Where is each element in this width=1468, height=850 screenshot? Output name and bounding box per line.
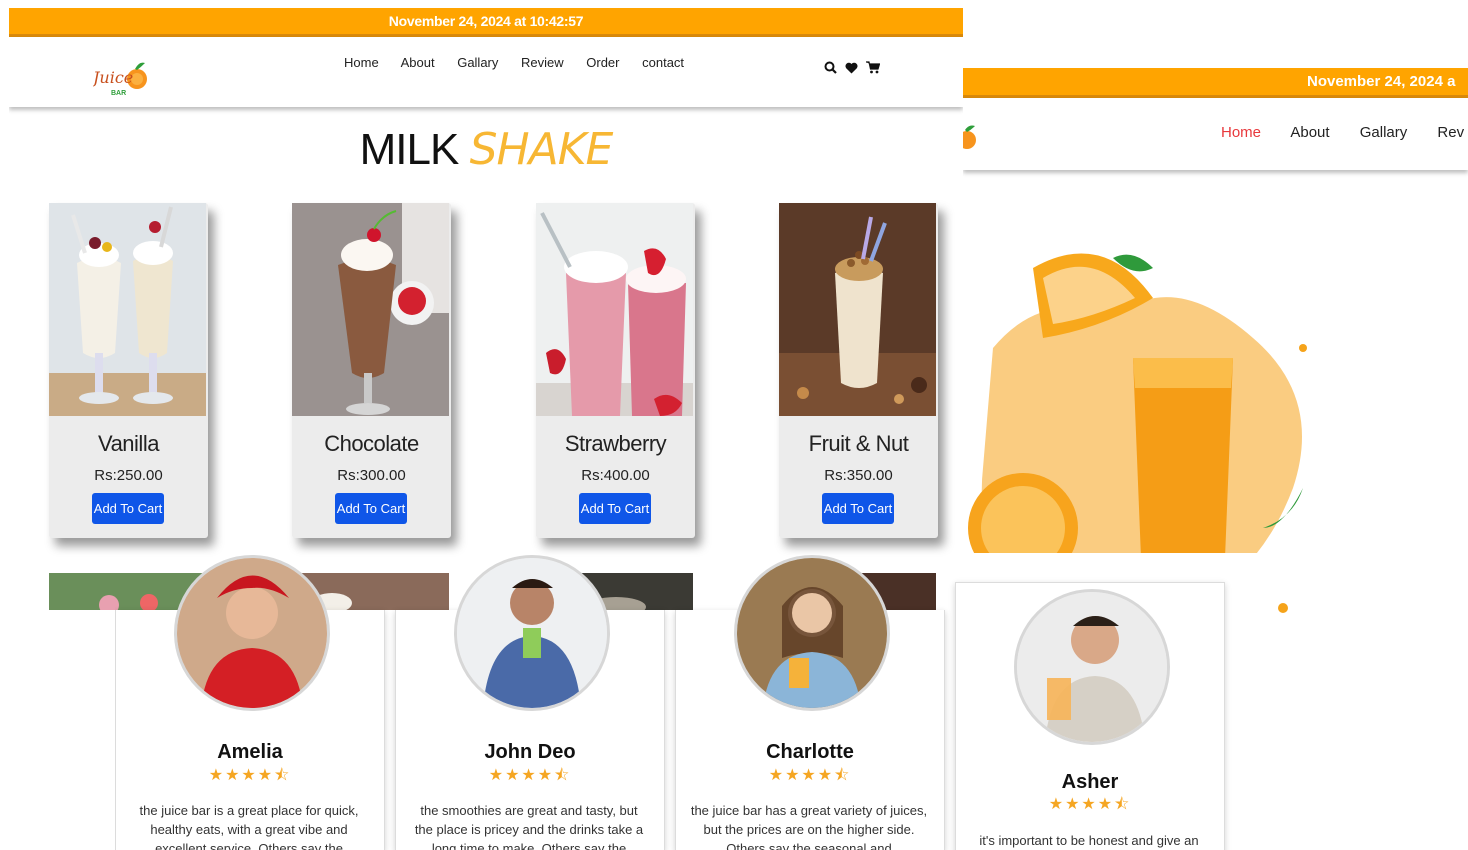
star-rating: ★★★★⯪ <box>488 767 572 784</box>
add-to-cart-button[interactable]: Add To Cart <box>92 493 164 524</box>
product-card-fruit-nut: Fruit & Nut Rs:350.00 Add To Cart <box>779 203 938 538</box>
product-name: Vanilla <box>98 431 159 456</box>
review-card-charlotte: Charlotte ★★★★⯪ the juice bar has a grea… <box>675 555 945 850</box>
reviews-screenshot: Amelia ★★★★⯪ the juice bar is a great pl… <box>115 553 1268 850</box>
nav-home[interactable]: Home <box>344 55 379 70</box>
review-text: the juice bar is a great place for quick… <box>139 803 359 850</box>
title-part1: MILK <box>359 125 460 174</box>
search-icon[interactable] <box>824 61 837 74</box>
review-card-asher: Asher ★★★★⯪ it's important to be honest … <box>955 582 1225 850</box>
nav-order[interactable]: Order <box>586 55 619 70</box>
nav-gallary[interactable]: Gallary <box>1360 124 1408 141</box>
chocolate-milkshake-image <box>292 203 449 416</box>
nav-about[interactable]: About <box>401 55 435 70</box>
nav-icons <box>824 61 880 74</box>
nav-review[interactable]: Review <box>521 55 564 70</box>
nav-home[interactable]: Home <box>1221 124 1261 141</box>
datetime-banner: November 24, 2024 at 10:42:57 <box>9 8 963 37</box>
product-price: Rs:350.00 <box>824 467 893 484</box>
add-to-cart-button[interactable]: Add To Cart <box>579 493 651 524</box>
star-rating: ★★★★⯪ <box>1048 796 1132 813</box>
reviewer-name: Asher <box>1061 771 1119 793</box>
product-card-chocolate: Chocolate Rs:300.00 Add To Cart <box>292 203 451 538</box>
nav-gallary[interactable]: Gallary <box>457 55 498 70</box>
review-card-john-deo: John Deo ★★★★⯪ the smoothies are great a… <box>395 555 665 850</box>
main-nav: Home About Gallary Rev <box>1221 124 1468 141</box>
product-name: Strawberry <box>564 431 667 456</box>
milkshake-page-screenshot: November 24, 2024 at 10:42:57 Juice BAR … <box>9 8 963 610</box>
cart-icon[interactable] <box>866 61 880 74</box>
juice-bar-logo[interactable]: Juice BAR <box>90 57 151 99</box>
heart-icon[interactable] <box>845 62 858 74</box>
navbar: Juice BAR Home About Gallary Review Orde… <box>9 37 963 107</box>
review-text: it's important to be honest and give an … <box>979 833 1199 848</box>
navbar: Home About Gallary Rev <box>963 98 1468 170</box>
avatar <box>1014 589 1170 745</box>
nav-contact[interactable]: contact <box>642 55 684 70</box>
avatar <box>454 555 610 711</box>
product-price: Rs:300.00 <box>337 467 406 484</box>
product-card-vanilla: Vanilla Rs:250.00 Add To Cart <box>49 203 208 538</box>
reviewer-name: John Deo <box>484 741 576 763</box>
star-rating: ★★★★⯪ <box>768 767 852 784</box>
avatar <box>174 555 330 711</box>
product-card-strawberry: Strawberry Rs:400.00 Add To Cart <box>536 203 695 538</box>
vanilla-milkshake-image <box>49 203 206 416</box>
nav-review[interactable]: Rev <box>1437 124 1464 141</box>
add-to-cart-button[interactable]: Add To Cart <box>822 493 894 524</box>
product-name: Fruit & Nut <box>808 431 909 456</box>
add-to-cart-button[interactable]: Add To Cart <box>335 493 407 524</box>
nav-about[interactable]: About <box>1290 124 1329 141</box>
reviewer-name: Charlotte <box>766 741 854 763</box>
review-text: the smoothies are great and tasty, but t… <box>414 803 644 850</box>
reviewer-name: Amelia <box>217 741 283 763</box>
product-name: Chocolate <box>324 431 419 456</box>
svg-text:BAR: BAR <box>111 90 126 97</box>
main-nav: Home About Gallary Review Order contact <box>344 55 703 70</box>
review-card-amelia: Amelia ★★★★⯪ the juice bar is a great pl… <box>115 555 385 850</box>
page-title: MILK SHAKE <box>9 124 963 175</box>
product-price: Rs:250.00 <box>94 467 163 484</box>
strawberry-milkshake-image <box>536 203 693 416</box>
review-text: the juice bar has a great variety of jui… <box>690 803 928 850</box>
avatar <box>734 555 890 711</box>
datetime-banner: November 24, 2024 a <box>963 68 1468 98</box>
star-rating: ★★★★⯪ <box>208 767 292 784</box>
product-price: Rs:400.00 <box>581 467 650 484</box>
fruit-nut-milkshake-image <box>779 203 936 416</box>
logo-fragment[interactable] <box>963 122 981 152</box>
title-part2: SHAKE <box>469 124 614 175</box>
svg-text:Juice: Juice <box>93 68 133 87</box>
